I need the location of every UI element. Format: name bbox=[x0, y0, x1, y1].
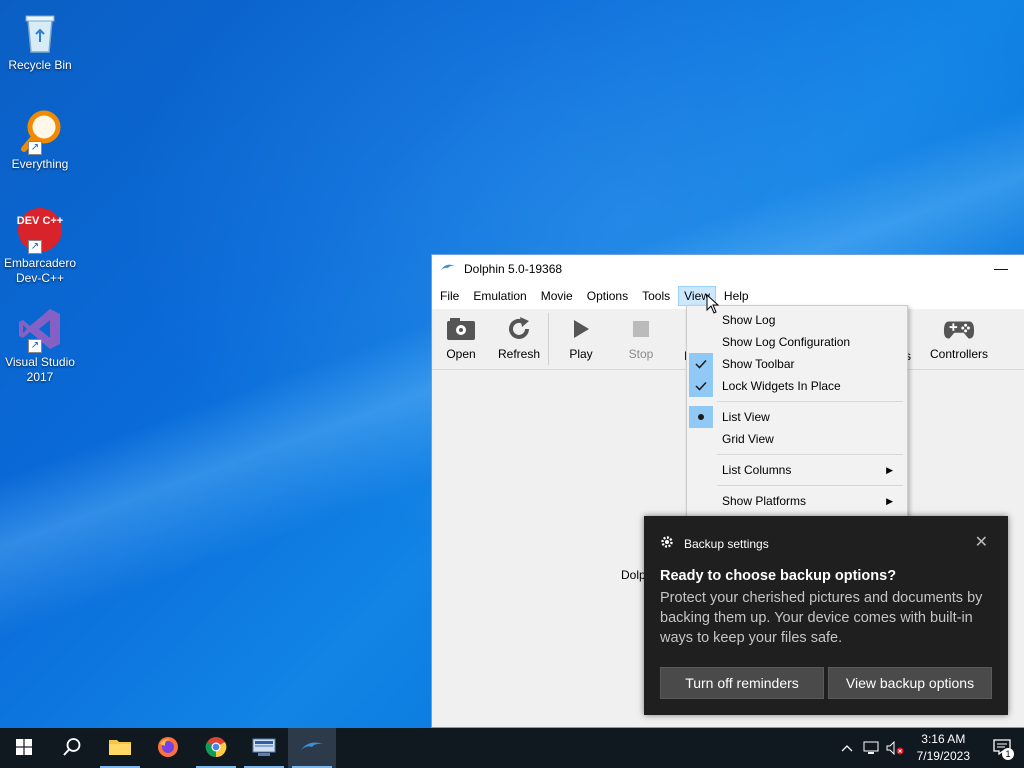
menu-item-show-log-configuration[interactable]: Show Log Configuration bbox=[687, 331, 907, 353]
desktop-icon-recycle-bin[interactable]: Recycle Bin bbox=[2, 8, 78, 73]
menu-item-show-log[interactable]: Show Log bbox=[687, 309, 907, 331]
taskbar-firefox[interactable] bbox=[144, 728, 192, 768]
network-app-icon bbox=[252, 737, 276, 760]
view-backup-options-button[interactable]: View backup options bbox=[828, 667, 992, 699]
action-center-button[interactable]: 1 bbox=[980, 728, 1024, 768]
minimize-button[interactable]: — bbox=[978, 255, 1024, 283]
menu-emulation[interactable]: Emulation bbox=[467, 286, 532, 306]
devcpp-icon: DEV C++ ↗ bbox=[16, 206, 64, 254]
desktop-icon-visual-studio[interactable]: ↗ Visual Studio 2017 bbox=[2, 305, 78, 385]
close-icon[interactable]: ✕ bbox=[975, 532, 988, 552]
toast-app-name: Backup settings bbox=[684, 536, 769, 551]
menu-item-show-toolbar[interactable]: Show Toolbar bbox=[687, 353, 907, 375]
menu-item-show-platforms[interactable]: Show Platforms ▶ bbox=[687, 490, 907, 512]
submenu-arrow-icon: ▶ bbox=[886, 464, 893, 475]
search-icon bbox=[62, 737, 82, 760]
desktop-icon-label: Visual Studio 2017 bbox=[5, 355, 75, 384]
chrome-icon bbox=[205, 736, 227, 761]
toast-body: Protect your cherished pictures and docu… bbox=[660, 590, 983, 646]
shortcut-arrow-icon: ↗ bbox=[28, 141, 42, 155]
checkmark-icon bbox=[689, 353, 713, 375]
shortcut-arrow-icon: ↗ bbox=[28, 240, 42, 254]
open-icon bbox=[445, 315, 477, 343]
view-menu-dropdown: Show Log Show Log Configuration Show Too… bbox=[686, 305, 908, 517]
windows-logo-icon bbox=[16, 738, 32, 758]
empty-list-text: Dolp bbox=[621, 568, 646, 582]
open-button[interactable]: Open bbox=[432, 309, 490, 361]
search-button[interactable] bbox=[48, 728, 96, 768]
shortcut-arrow-icon: ↗ bbox=[28, 339, 42, 353]
desktop-icon-label: Everything bbox=[11, 157, 69, 171]
controllers-button[interactable]: Controllers bbox=[924, 309, 994, 361]
firefox-icon bbox=[157, 736, 179, 761]
menu-separator bbox=[717, 485, 903, 486]
menu-file[interactable]: File bbox=[434, 286, 465, 306]
checkmark-icon bbox=[689, 375, 713, 397]
menu-movie[interactable]: Movie bbox=[535, 286, 579, 306]
refresh-icon bbox=[503, 315, 535, 343]
title-bar[interactable]: Dolphin 5.0-19368 — bbox=[432, 255, 1024, 283]
menu-separator bbox=[717, 401, 903, 402]
taskbar-chrome[interactable] bbox=[192, 728, 240, 768]
submenu-arrow-icon: ▶ bbox=[886, 495, 893, 506]
menu-separator bbox=[717, 454, 903, 455]
devcpp-badge: DEV C++ bbox=[16, 215, 64, 227]
refresh-label: Refresh bbox=[497, 347, 541, 361]
menu-item-list-view[interactable]: List View bbox=[687, 406, 907, 428]
desktop-icon-label: Embarcadero Dev-C++ bbox=[3, 256, 77, 285]
play-label: Play bbox=[569, 347, 593, 361]
menu-item-grid-view[interactable]: Grid View bbox=[687, 428, 907, 450]
menu-tools[interactable]: Tools bbox=[636, 286, 676, 306]
dolphin-logo-icon bbox=[440, 262, 456, 277]
desktop-icon-devcpp[interactable]: DEV C++ ↗ Embarcadero Dev-C++ bbox=[2, 206, 78, 286]
play-button[interactable]: Play bbox=[549, 309, 613, 361]
magnifier-icon: ↗ bbox=[16, 107, 64, 155]
stop-label: Stop bbox=[628, 347, 654, 361]
backup-notification-toast[interactable]: Backup settings ✕ Ready to choose backup… bbox=[644, 516, 1008, 715]
notification-count-badge: 1 bbox=[1002, 748, 1014, 760]
dolphin-logo-icon bbox=[300, 739, 324, 758]
toast-title: Ready to choose backup options? bbox=[660, 568, 897, 584]
folder-icon bbox=[108, 737, 132, 760]
stop-button[interactable]: Stop bbox=[613, 309, 669, 361]
menu-item-lock-widgets[interactable]: Lock Widgets In Place bbox=[687, 375, 907, 397]
chevron-up-icon[interactable] bbox=[835, 728, 859, 768]
turn-off-reminders-button[interactable]: Turn off reminders bbox=[660, 667, 824, 699]
taskbar-file-explorer[interactable] bbox=[96, 728, 144, 768]
taskbar-network-app[interactable] bbox=[240, 728, 288, 768]
clock[interactable]: 3:16 AM 7/19/2023 bbox=[907, 731, 980, 765]
desktop-icon-everything[interactable]: ↗ Everything bbox=[2, 107, 78, 172]
clock-date: 7/19/2023 bbox=[916, 749, 970, 763]
toast-header: Backup settings bbox=[660, 535, 769, 552]
start-button[interactable] bbox=[0, 728, 48, 768]
recycle-bin-icon bbox=[16, 8, 64, 56]
stop-icon bbox=[625, 315, 657, 343]
network-icon[interactable] bbox=[859, 728, 883, 768]
clock-time: 3:16 AM bbox=[921, 732, 966, 746]
play-icon bbox=[565, 315, 597, 343]
menu-options[interactable]: Options bbox=[581, 286, 634, 306]
open-label: Open bbox=[446, 347, 476, 361]
system-tray: 3:16 AM 7/19/2023 1 bbox=[835, 728, 1024, 768]
mouse-cursor-icon bbox=[706, 293, 720, 317]
desktop-icon-label: Recycle Bin bbox=[8, 58, 72, 72]
visual-studio-icon: ↗ bbox=[16, 305, 64, 353]
taskbar-dolphin[interactable] bbox=[288, 728, 336, 768]
refresh-button[interactable]: Refresh bbox=[490, 309, 548, 361]
menu-help[interactable]: Help bbox=[718, 286, 755, 306]
menu-item-list-columns[interactable]: List Columns ▶ bbox=[687, 459, 907, 481]
controllers-label: Controllers bbox=[929, 347, 989, 361]
radio-dot-icon bbox=[689, 406, 713, 428]
window-title: Dolphin 5.0-19368 bbox=[464, 262, 563, 276]
gear-icon bbox=[660, 535, 674, 552]
taskbar: 3:16 AM 7/19/2023 1 bbox=[0, 728, 1024, 768]
gamepad-icon bbox=[943, 315, 975, 343]
volume-muted-icon[interactable] bbox=[883, 728, 907, 768]
